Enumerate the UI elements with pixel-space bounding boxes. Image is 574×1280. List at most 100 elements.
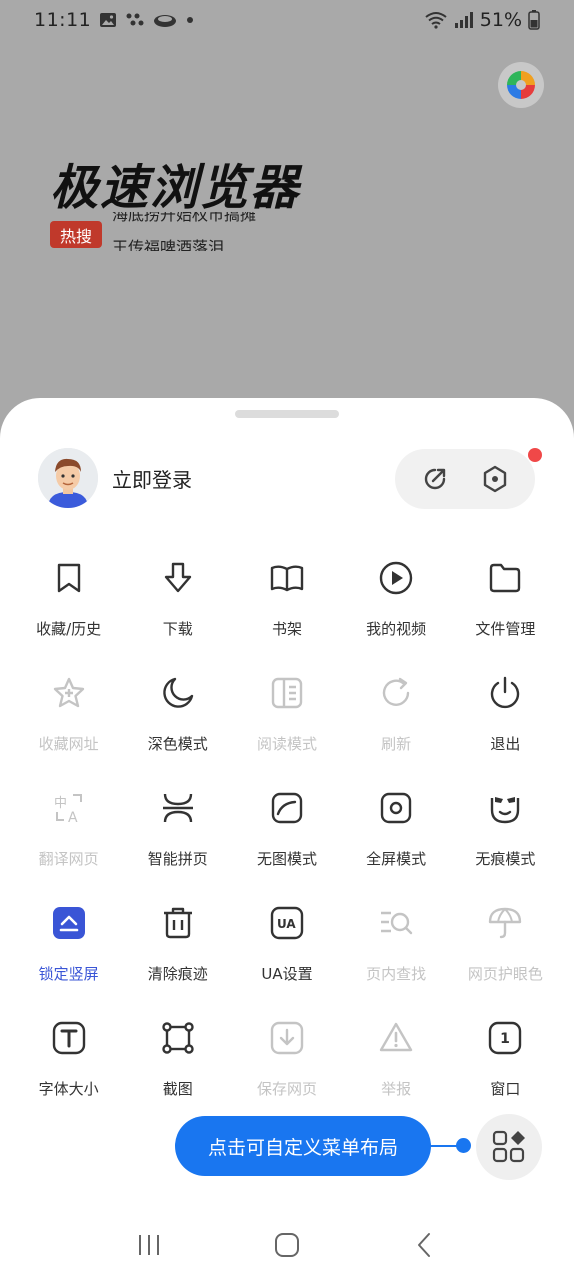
signal-icon bbox=[454, 11, 474, 29]
menu-item-label: 文件管理 bbox=[475, 620, 536, 638]
svg-text:中: 中 bbox=[54, 796, 67, 811]
refresh-icon bbox=[376, 673, 416, 713]
download-icon bbox=[158, 558, 198, 598]
menu-item-translate[interactable]: 中A 翻译网页 bbox=[14, 788, 123, 903]
browser-logo-icon[interactable] bbox=[498, 62, 544, 108]
drag-handle[interactable] bbox=[235, 410, 339, 418]
avatar[interactable] bbox=[38, 448, 98, 508]
battery-icon bbox=[528, 10, 540, 30]
menu-item-dark-mode[interactable]: 深色模式 bbox=[123, 673, 232, 788]
save-page-icon bbox=[267, 1018, 307, 1058]
window-count-icon: 1 bbox=[485, 1018, 525, 1058]
menu-item-label: 翻译网页 bbox=[38, 850, 99, 868]
lock-portrait-icon bbox=[49, 903, 89, 943]
font-size-icon bbox=[49, 1018, 89, 1058]
screenshot-icon bbox=[158, 1018, 198, 1058]
menu-item-label: 锁定竖屏 bbox=[38, 965, 99, 983]
battery-text: 51% bbox=[479, 9, 522, 31]
menu-item-label: 智能拼页 bbox=[147, 850, 208, 868]
share-icon[interactable] bbox=[407, 451, 463, 507]
menu-item-label: 窗口 bbox=[490, 1080, 521, 1098]
menu-item-label: 书架 bbox=[271, 620, 302, 638]
menu-item-fullscreen[interactable]: 全屏模式 bbox=[342, 788, 451, 903]
layout-grid-icon[interactable] bbox=[476, 1114, 542, 1180]
star-plus-icon bbox=[49, 673, 89, 713]
translate-icon: 中A bbox=[49, 788, 89, 828]
quick-actions bbox=[395, 449, 535, 509]
menu-item-no-image-mode[interactable]: 无图模式 bbox=[232, 788, 341, 903]
menu-item-incognito[interactable]: 无痕模式 bbox=[451, 788, 560, 903]
folder-icon bbox=[485, 558, 525, 598]
back-icon[interactable] bbox=[395, 1220, 455, 1270]
menu-item-download[interactable]: 下载 bbox=[123, 558, 232, 673]
ua-icon: UA bbox=[267, 903, 307, 943]
menu-item-label: 刷新 bbox=[381, 735, 412, 753]
menu-item-smart-page-merge[interactable]: 智能拼页 bbox=[123, 788, 232, 903]
login-label[interactable]: 立即登录 bbox=[112, 464, 192, 493]
menu-item-label: 截图 bbox=[162, 1080, 193, 1098]
status-time: 11:11 bbox=[34, 9, 92, 31]
menu-item-label: 字体大小 bbox=[38, 1080, 99, 1098]
settings-hex-icon[interactable] bbox=[467, 451, 523, 507]
customize-menu-button[interactable]: 点击可自定义菜单布局 bbox=[175, 1116, 431, 1176]
menu-item-exit[interactable]: 退出 bbox=[451, 673, 560, 788]
notification-dot bbox=[528, 448, 542, 462]
menu-item-my-videos[interactable]: 我的视频 bbox=[342, 558, 451, 673]
window-count: 1 bbox=[500, 1031, 510, 1047]
menu-item-eye-protection[interactable]: 网页护眼色 bbox=[451, 903, 560, 1018]
menu-item-bookshelf[interactable]: 书架 bbox=[232, 558, 341, 673]
menu-item-label: 保存网页 bbox=[256, 1080, 317, 1098]
menu-item-label: 网页护眼色 bbox=[467, 965, 543, 983]
menu-item-label: 无痕模式 bbox=[475, 850, 536, 868]
status-bar: 11:11 51% bbox=[0, 0, 574, 40]
menu-item-label: 收藏网址 bbox=[38, 735, 99, 753]
menu-item-ua-settings[interactable]: UA UA设置 bbox=[232, 903, 341, 1018]
menu-item-label: 举报 bbox=[381, 1080, 412, 1098]
hot-search-line[interactable]: 海底捞开始权市搞摊 bbox=[112, 212, 256, 226]
menu-grid: 收藏/历史 下载 书架 我的视频 文件管理 收藏网址 深色模式 阅读模式 刷新 … bbox=[14, 558, 560, 1133]
image-icon bbox=[99, 11, 117, 29]
reading-icon bbox=[267, 673, 307, 713]
menu-item-label: 无图模式 bbox=[256, 850, 317, 868]
browser-title: 极速浏览器 bbox=[50, 160, 301, 216]
menu-item-label: 清除痕迹 bbox=[147, 965, 208, 983]
menu-item-label: 阅读模式 bbox=[256, 735, 317, 753]
trash-icon bbox=[158, 903, 198, 943]
menu-item-bookmarks[interactable]: 收藏/历史 bbox=[14, 558, 123, 673]
menu-item-label: 页内查找 bbox=[366, 965, 427, 983]
moon-icon bbox=[158, 673, 198, 713]
hot-search-line[interactable]: 王传福啤酒落泪 bbox=[112, 237, 224, 251]
book-icon bbox=[267, 558, 307, 598]
dots-icon bbox=[125, 12, 145, 28]
login-row[interactable]: 立即登录 bbox=[38, 448, 192, 508]
menu-sheet: 立即登录 收藏/历史 下载 书架 我的视频 文件管理 收藏网址 深色模式 阅读模… bbox=[0, 398, 574, 1280]
mask-icon bbox=[485, 788, 525, 828]
menu-item-bookmark-site[interactable]: 收藏网址 bbox=[14, 673, 123, 788]
menu-item-lock-portrait[interactable]: 锁定竖屏 bbox=[14, 903, 123, 1018]
menu-item-clear-history[interactable]: 清除痕迹 bbox=[123, 903, 232, 1018]
svg-text:UA: UA bbox=[277, 917, 296, 931]
menu-item-label: UA设置 bbox=[261, 965, 313, 983]
menu-item-font-size[interactable]: 字体大小 bbox=[14, 1018, 123, 1133]
menu-item-find-in-page[interactable]: 页内查找 bbox=[342, 903, 451, 1018]
cloud-icon bbox=[153, 11, 177, 29]
home-icon[interactable] bbox=[257, 1220, 317, 1270]
menu-item-reading-mode[interactable]: 阅读模式 bbox=[232, 673, 341, 788]
svg-text:A: A bbox=[68, 810, 78, 826]
fullscreen-icon bbox=[376, 788, 416, 828]
hot-search-badge: 热搜 bbox=[50, 221, 102, 248]
warning-icon bbox=[376, 1018, 416, 1058]
menu-item-label: 深色模式 bbox=[147, 735, 208, 753]
bookmark-icon bbox=[49, 558, 89, 598]
menu-item-label: 我的视频 bbox=[366, 620, 427, 638]
recent-apps-icon[interactable] bbox=[119, 1220, 179, 1270]
dot-icon bbox=[185, 15, 195, 25]
wifi-icon bbox=[424, 11, 448, 29]
menu-item-file-manager[interactable]: 文件管理 bbox=[451, 558, 560, 673]
no-image-icon bbox=[267, 788, 307, 828]
umbrella-icon bbox=[485, 903, 525, 943]
menu-item-label: 全屏模式 bbox=[366, 850, 427, 868]
system-nav-bar bbox=[0, 1210, 574, 1280]
menu-item-refresh[interactable]: 刷新 bbox=[342, 673, 451, 788]
menu-item-label: 收藏/历史 bbox=[36, 620, 102, 638]
